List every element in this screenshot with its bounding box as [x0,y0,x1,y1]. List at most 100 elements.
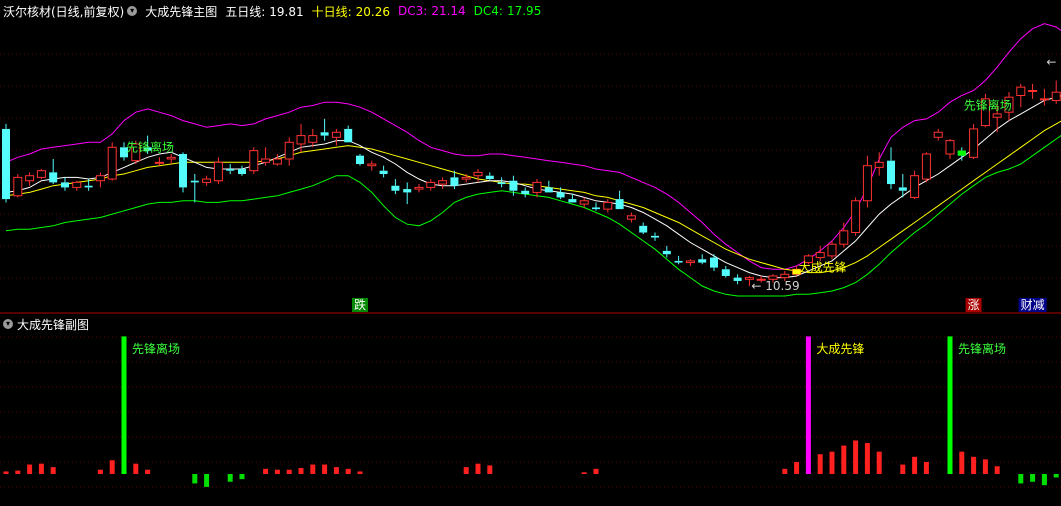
candle-body [438,180,448,185]
value-bar[interactable] [912,456,918,474]
candle-body [379,170,388,175]
candle-body [733,277,742,281]
candle-up[interactable] [107,142,117,181]
value-bar[interactable] [274,469,280,474]
candle-body [202,178,212,183]
candle-up[interactable] [969,123,979,159]
candle-body [284,141,294,160]
bottom-tag: 跌 [352,297,368,312]
value-bar[interactable] [357,471,363,474]
value-bar[interactable] [782,468,788,474]
candle-body [992,113,1002,118]
candle-body [815,252,825,259]
candle-body [1028,90,1038,92]
candle-up[interactable] [921,152,931,183]
candle-body [391,185,400,191]
value-bar[interactable] [310,464,316,474]
chevron-down-icon[interactable]: ▾ [127,6,138,16]
candle-body [331,131,341,138]
value-bar[interactable] [1018,474,1024,484]
candle-down[interactable] [356,153,364,166]
main-header: 沃尔核材(日线,前复权) ▾ 大成先锋主图 五日线: 19.81 十日线: 20.2… [0,2,549,20]
candle-body [1039,98,1049,101]
candle-body [921,153,931,180]
value-bar[interactable] [3,471,9,474]
value-bar[interactable] [227,474,233,482]
value-bar[interactable] [97,469,103,474]
value-bar[interactable] [1030,474,1036,482]
value-bar[interactable] [298,467,304,474]
candle-up[interactable] [851,197,861,236]
value-bar[interactable] [817,454,823,474]
signal-bar[interactable] [805,336,811,474]
value-bar[interactable] [487,465,493,474]
value-bar[interactable] [829,451,835,474]
candle-body [272,158,282,165]
candle-body [485,175,494,180]
value-bar[interactable] [864,443,870,474]
sub-annotation: 大成先锋 [816,342,864,356]
candle-body [49,172,58,183]
candle-body [36,170,46,178]
value-bar[interactable] [133,463,139,474]
chevron-down-icon[interactable]: ▾ [3,319,13,329]
ma5-label: 五日线: [225,4,266,19]
value-bar[interactable] [876,451,882,474]
stock-name[interactable]: 沃尔核材(日线,前复权) [3,3,124,20]
candle-body [13,176,23,197]
value-bar[interactable] [853,440,859,474]
signal-bar[interactable] [947,336,953,474]
value-bar[interactable] [1053,474,1059,478]
candle-body [179,153,187,188]
value-bar[interactable] [794,461,800,474]
value-bar[interactable] [27,464,33,474]
candle-body [95,175,105,182]
value-bar[interactable] [581,472,587,474]
candle-down[interactable] [2,123,10,203]
candle-up[interactable] [36,169,46,180]
value-bar[interactable] [145,469,151,474]
candle-body [698,259,707,263]
value-bar[interactable] [345,468,351,474]
value-bar[interactable] [322,464,328,474]
value-bar[interactable] [15,470,21,474]
sub-indicator-name[interactable]: 大成先锋副图 [17,316,89,333]
value-bar[interactable] [982,459,988,474]
candle-body [685,260,695,264]
value-bar[interactable] [204,474,210,487]
candle-body [320,132,329,136]
candle-down[interactable] [179,152,187,193]
value-bar[interactable] [1041,474,1047,486]
value-bar[interactable] [994,466,1000,474]
value-bar[interactable] [263,468,269,474]
candle-body [226,169,235,171]
chart-annotation: 先锋离场 [964,98,1012,113]
ma5-readout: 五日线: 19.81 [225,3,303,20]
value-bar[interactable] [286,469,292,474]
candle-body [780,273,790,279]
value-bar[interactable] [239,474,245,480]
value-bar[interactable] [38,463,44,474]
value-bar[interactable] [593,468,599,474]
value-bar[interactable] [971,456,977,474]
chart-canvas[interactable]: 先锋离场大成先锋先锋离场← 10.59← 24.01 跌涨财减 先锋离场大成先锋… [0,0,1061,506]
candle-up[interactable] [13,174,23,198]
value-bar[interactable] [192,474,198,484]
value-bar[interactable] [923,461,929,474]
signal-candle[interactable] [957,150,966,156]
candle-body [945,140,955,155]
candle-up[interactable] [249,147,259,175]
value-bar[interactable] [50,467,56,474]
value-bar[interactable] [475,463,481,474]
value-bar[interactable] [959,451,965,474]
value-bar[interactable] [333,467,339,474]
indicator-name[interactable]: 大成先锋主图 [145,3,217,20]
value-bar[interactable] [900,464,906,474]
value-bar[interactable] [841,445,847,474]
value-bar[interactable] [109,460,115,474]
candle-body [84,185,93,188]
signal-bar[interactable] [121,336,127,474]
candle-body [544,187,553,193]
tag-label: 财减 [1021,298,1045,312]
value-bar[interactable] [463,467,469,474]
